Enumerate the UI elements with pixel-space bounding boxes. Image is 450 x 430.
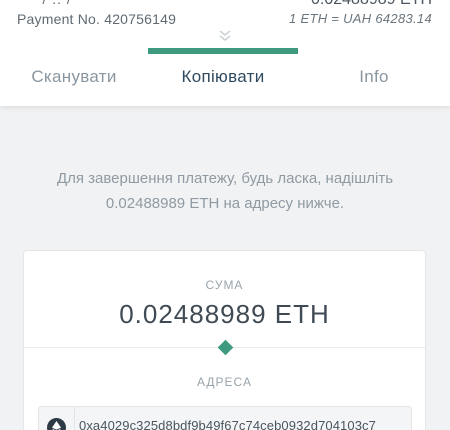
wallet-address[interactable]: 0xa4029c325d8bdf9b49f67c74ceb0932d704103…	[79, 418, 376, 430]
active-tab-indicator	[148, 48, 298, 54]
header-clipped-left: */ .. /	[36, 0, 72, 7]
exchange-rate: 1 ETH = UAH 64283.14	[289, 11, 432, 26]
address-field[interactable]: 0xa4029c325d8bdf9b49f67c74ceb0932d704103…	[38, 406, 412, 430]
payment-card: СУМА 0.02488989 ETH АДРЕСА 0xa4029c325d8…	[23, 250, 426, 430]
tab-copy-label: Копіювати	[181, 67, 265, 86]
tab-copy[interactable]: Копіювати	[148, 48, 298, 106]
tab-scan-label: Сканувати	[31, 67, 117, 86]
header-clipped-amount: 0.02488989 ETH	[311, 0, 432, 9]
tab-info[interactable]: Info	[298, 48, 450, 106]
payment-number: Payment No. 420756149	[17, 11, 177, 27]
currency-icon-wrap	[39, 407, 75, 430]
chevron-down-icon[interactable]	[218, 30, 232, 42]
diamond-icon	[217, 339, 234, 356]
ethereum-icon	[47, 417, 66, 430]
tab-info-label: Info	[359, 67, 389, 86]
payment-instructions: Для завершення платежу, будь ласка, наді…	[56, 170, 394, 212]
address-label: АДРЕСА	[197, 375, 252, 389]
sum-value[interactable]: 0.02488989 ETH	[24, 299, 425, 330]
sum-label: СУМА	[205, 278, 244, 292]
tab-scan[interactable]: Сканувати	[0, 48, 148, 106]
payment-header: */ .. / 0.02488989 ETH Payment No. 42075…	[0, 0, 450, 106]
payment-method-tabs: Сканувати Копіювати Info	[0, 48, 450, 106]
